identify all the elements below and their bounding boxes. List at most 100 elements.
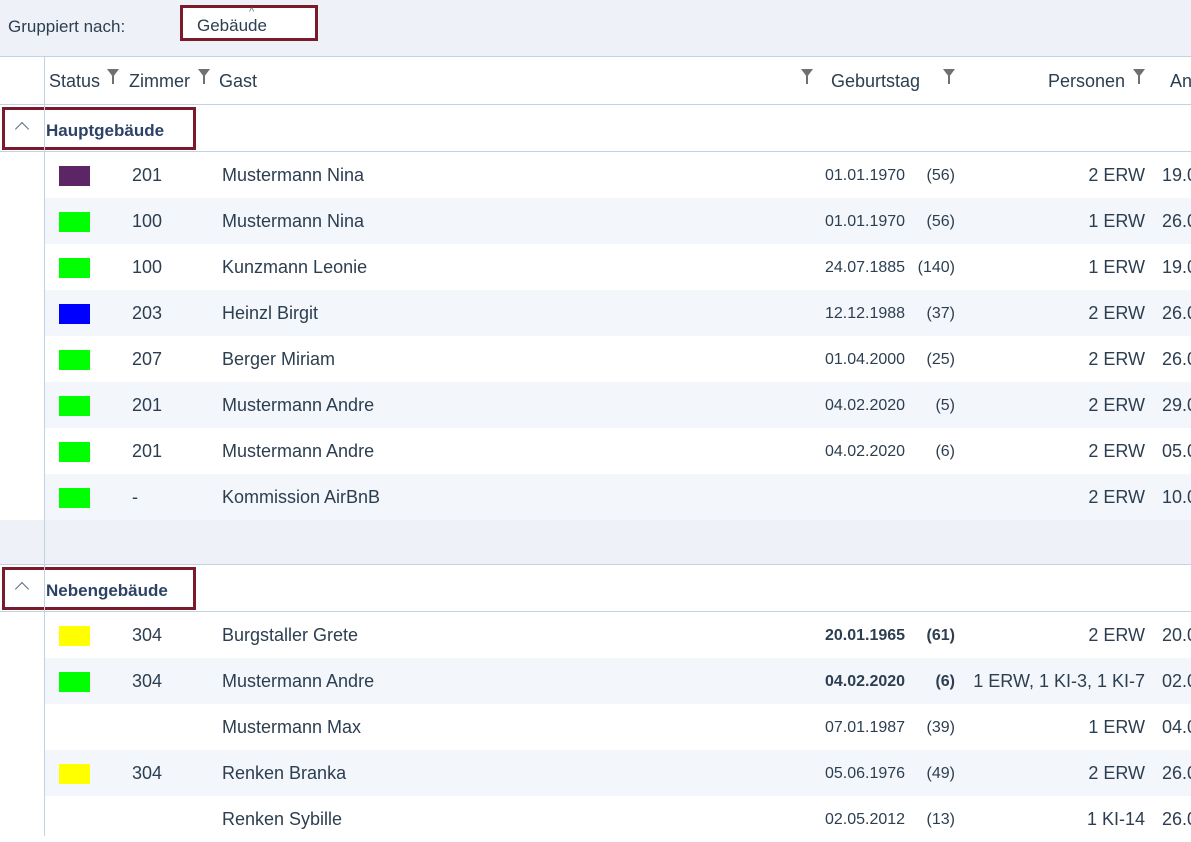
filter-room-icon[interactable] (198, 69, 210, 84)
guest-age: (140) (917, 259, 955, 276)
group-title: Nebengebäude (46, 581, 168, 600)
table-row[interactable]: 201 Mustermann Andre 04.02.2020 (5) 2 ERW 29.… (45, 382, 1191, 428)
status-swatch (59, 396, 90, 416)
column-persons[interactable]: Personen (1048, 71, 1125, 92)
guest-name: Mustermann Andre (222, 441, 375, 461)
arrival-date: 10.0 (1162, 487, 1191, 507)
guest-name: Renken Sybille (222, 809, 343, 829)
filter-guest-icon[interactable] (801, 69, 813, 84)
guest-age: (6) (935, 673, 955, 690)
status-swatch (59, 166, 90, 186)
guest-name: Mustermann Max (222, 717, 362, 737)
column-birthday[interactable]: Geburtstag (831, 71, 920, 92)
group-title-frame: Hauptgebäude (2, 107, 196, 150)
table-row[interactable]: Renken Sybille 02.05.2012 (13) 1 KI-14 26.0 (45, 796, 1191, 842)
arrival-date: 02.0 (1162, 671, 1191, 691)
room-number: 100 (132, 257, 163, 277)
persons-count: 1 ERW (1088, 717, 1145, 737)
chevron-up-icon[interactable] (14, 581, 30, 597)
status-swatch (59, 672, 90, 692)
grouping-value: Gebäude (197, 16, 267, 35)
persons-count: 1 KI-14 (1086, 809, 1145, 829)
room-number: 201 (132, 395, 163, 415)
room-number: 203 (132, 303, 163, 323)
room-number: 207 (132, 349, 163, 369)
group-header-hauptgebaeude[interactable]: Hauptgebäude (0, 104, 1191, 152)
birthday-date: 01.04.2000 (825, 351, 906, 368)
guest-name: Kunzmann Leonie (222, 257, 368, 277)
arrival-date: 04.0 (1162, 717, 1191, 737)
room-number: 304 (132, 671, 163, 691)
table-row[interactable]: 304 Renken Branka 05.06.1976 (49) 2 ERW 26.0 (45, 750, 1191, 796)
status-swatch (59, 488, 90, 508)
room-number: 304 (132, 763, 163, 783)
grouping-toolbar: Gruppiert nach: ^ Gebäude (0, 0, 1191, 57)
arrival-date: 20.0 (1162, 625, 1191, 645)
table-row[interactable]: - Kommission AirBnB 2 ERW 10.0 (45, 474, 1191, 520)
table-row[interactable]: 304 Burgstaller Grete 20.01.1965 (61) 2 ERW 2… (45, 612, 1191, 658)
table-row[interactable]: 304 Mustermann Andre 04.02.2020 (6) 1 ERW, 1… (45, 658, 1191, 704)
guest-age: (13) (926, 811, 955, 828)
birthday-date: 04.02.2020 (825, 673, 906, 690)
persons-count: 2 ERW (1088, 763, 1145, 783)
status-swatch (59, 764, 90, 784)
guest-name: Renken Branka (222, 763, 347, 783)
guest-name: Kommission AirBnB (222, 487, 381, 507)
grouping-label: Gruppiert nach: (8, 17, 126, 36)
table-row[interactable]: 201 Mustermann Nina 01.01.1970 (56) 2 ERW 19.… (45, 152, 1191, 198)
persons-count: 1 ERW (1088, 211, 1145, 231)
birthday-date: 04.02.2020 (825, 397, 906, 414)
guest-age: (5) (935, 397, 955, 414)
birthday-date: 02.05.2012 (825, 811, 906, 828)
guest-age: (6) (935, 443, 955, 460)
table-row[interactable]: 201 Mustermann Andre 04.02.2020 (6) 2 ERW 05.… (45, 428, 1191, 474)
arrival-date: 26.0 (1162, 763, 1191, 783)
column-guest[interactable]: Gast (219, 71, 257, 92)
persons-count: 2 ERW (1088, 303, 1145, 323)
column-arrival[interactable]: An (1170, 71, 1191, 92)
persons-count: 1 ERW (1088, 257, 1145, 277)
filter-status-icon[interactable] (107, 69, 119, 84)
group-title-frame: Nebengebäude (2, 567, 196, 610)
arrival-date: 05.0 (1162, 441, 1191, 461)
arrival-date: 19.0 (1162, 257, 1191, 277)
birthday-date: 20.01.1965 (825, 627, 906, 644)
table-row[interactable]: 100 Mustermann Nina 01.01.1970 (56) 1 ERW 26.… (45, 198, 1191, 244)
room-number: 201 (132, 165, 163, 185)
birthday-date: 01.01.1970 (825, 213, 906, 230)
status-swatch (59, 350, 90, 370)
persons-count: 2 ERW (1088, 395, 1145, 415)
birthday-date: 04.02.2020 (825, 443, 906, 460)
column-status[interactable]: Status (49, 71, 100, 92)
birthday-date: 01.01.1970 (825, 167, 906, 184)
filter-birthday-icon[interactable] (943, 69, 955, 84)
guest-age: (37) (926, 305, 955, 322)
guest-age: (56) (926, 213, 955, 230)
status-swatch (59, 258, 90, 278)
guest-age: (39) (926, 719, 955, 736)
guest-age: (61) (926, 627, 955, 644)
arrival-date: 26.0 (1162, 349, 1191, 369)
table-header: Status Zimmer Gast Geburtstag Personen A… (0, 57, 1191, 105)
persons-count: 2 ERW (1088, 487, 1145, 507)
table-row[interactable]: Mustermann Max 07.01.1987 (39) 1 ERW 04.0 (45, 704, 1191, 750)
column-room[interactable]: Zimmer (129, 71, 190, 92)
filter-persons-icon[interactable] (1133, 69, 1145, 84)
room-number: - (132, 487, 138, 507)
status-swatch (59, 442, 90, 462)
group-separator (0, 520, 1191, 565)
arrival-date: 26.0 (1162, 809, 1191, 829)
persons-count: 2 ERW (1088, 625, 1145, 645)
arrival-date: 19.0 (1162, 165, 1191, 185)
birthday-date: 12.12.1988 (825, 305, 906, 322)
guest-name: Burgstaller Grete (222, 625, 359, 645)
table-row[interactable]: 207 Berger Miriam 01.04.2000 (25) 2 ERW 26.0 (45, 336, 1191, 382)
chevron-up-icon[interactable] (14, 121, 30, 137)
room-number: 100 (132, 211, 163, 231)
table-row[interactable]: 203 Heinzl Birgit 12.12.1988 (37) 2 ERW 26.0 (45, 290, 1191, 336)
group-header-nebengebaeude[interactable]: Nebengebäude (0, 564, 1191, 612)
grouping-select[interactable]: ^ Gebäude (180, 5, 318, 41)
arrival-date: 26.0 (1162, 303, 1191, 323)
table-row[interactable]: 100 Kunzmann Leonie 24.07.1885 (140) 1 ERW 19… (45, 244, 1191, 290)
guest-name: Mustermann Nina (222, 211, 365, 231)
